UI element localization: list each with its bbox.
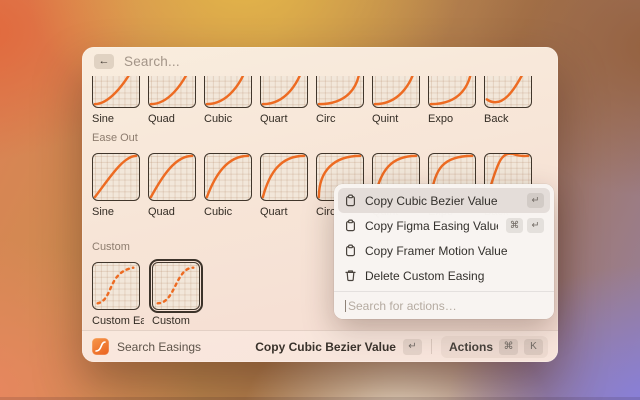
shortcut-badges: ↵ <box>527 193 544 208</box>
easing-tile-custom-in-out[interactable] <box>152 262 200 310</box>
easing-tile-out-cubic[interactable] <box>204 153 252 201</box>
menu-item-label: Copy Framer Motion Value <box>365 244 544 258</box>
easing-label: Custom <box>152 315 204 327</box>
trash-icon <box>344 269 357 282</box>
easing-curve-icon <box>149 154 194 199</box>
easing-label: Custom Eas… <box>92 315 144 327</box>
shortcut-key-badge: ↵ <box>527 218 544 233</box>
easing-cell[interactable]: Sine <box>92 153 140 218</box>
easing-curve-icon <box>93 76 138 106</box>
menu-item[interactable]: Copy Framer Motion Value <box>338 238 550 263</box>
easing-tile-out-quad[interactable] <box>148 153 196 201</box>
command-key-badge: ⌘ <box>499 339 518 355</box>
primary-action-button[interactable]: Copy Cubic Bezier Value <box>255 340 396 354</box>
easing-curve-icon <box>485 76 530 106</box>
status-bar-right: Copy Cubic Bezier Value ↵ Actions ⌘ K <box>255 336 548 358</box>
menu-item-label: Copy Figma Easing Value <box>365 219 498 233</box>
tile-row-ease-in: Sine Quad Cubic Quart Circ Quint Expo Back <box>92 76 548 125</box>
easing-cell[interactable]: CustomEase In Out <box>152 262 204 330</box>
easing-tile-in-cubic[interactable] <box>204 76 252 108</box>
easing-tile-in-expo[interactable] <box>428 76 476 108</box>
clipboard-icon <box>344 219 357 232</box>
easing-label: Sine <box>92 206 140 218</box>
easing-curve-icon <box>205 76 250 106</box>
shortcut-key-badge: ↵ <box>527 193 544 208</box>
menu-item[interactable]: Delete Custom Easing <box>338 263 550 288</box>
easing-cell[interactable]: Back <box>484 76 532 125</box>
k-key-badge: K <box>524 339 543 355</box>
arrow-left-icon: ← <box>99 56 110 67</box>
actions-menu: Copy Cubic Bezier Value ↵ Copy Figma Easin… <box>334 184 554 319</box>
easing-curve-icon <box>261 154 306 199</box>
easing-tile-in-circ[interactable] <box>316 76 364 108</box>
actions-search-input[interactable]: Search for actions… <box>338 292 550 319</box>
easing-tile-in-back[interactable] <box>484 76 532 108</box>
easing-tile-in-sine[interactable] <box>92 76 140 108</box>
easing-cell[interactable]: Cubic <box>204 153 252 218</box>
easing-label: Quad <box>148 206 196 218</box>
easing-tile-custom-out[interactable] <box>92 262 140 310</box>
shortcut-key-badge: ⌘ <box>506 218 523 233</box>
clipboard-icon <box>344 244 357 257</box>
easing-tile-in-quart[interactable] <box>260 76 308 108</box>
easing-cell[interactable]: Quart <box>260 153 308 218</box>
easing-curve-icon <box>317 76 362 106</box>
menu-item[interactable]: Copy Cubic Bezier Value ↵ <box>338 188 550 213</box>
easing-curve-icon <box>373 76 418 106</box>
easing-cell[interactable]: Circ <box>316 76 364 125</box>
easing-cell[interactable]: Expo <box>428 76 476 125</box>
back-button[interactable]: ← <box>94 54 114 69</box>
easing-curve-icon <box>205 154 250 199</box>
actions-search-placeholder: Search for actions… <box>348 299 457 313</box>
easing-cell[interactable]: Quart <box>260 76 308 125</box>
easing-cell[interactable]: Cubic <box>204 76 252 125</box>
section-title-ease-out: Ease Out <box>92 132 548 144</box>
easing-tile-out-quart[interactable] <box>260 153 308 201</box>
easing-label: Circ <box>316 113 364 125</box>
shortcut-badges: ⌘↵ <box>506 218 544 233</box>
easing-tile-in-quad[interactable] <box>148 76 196 108</box>
easing-cell[interactable]: Quad <box>148 153 196 218</box>
status-bar: Search Easings Copy Cubic Bezier Value ↵… <box>82 330 558 362</box>
search-header: ← Search... <box>82 47 558 76</box>
easing-curve-icon <box>261 76 306 106</box>
actions-label: Actions <box>449 340 493 354</box>
easing-tile-out-sine[interactable] <box>92 153 140 201</box>
easing-cell[interactable]: Custom Eas…Ease Out <box>92 262 144 330</box>
easing-label: Quad <box>148 113 196 125</box>
search-input[interactable]: Search... <box>124 54 180 69</box>
app-name: Search Easings <box>117 340 201 354</box>
easing-cell[interactable]: Quint <box>372 76 420 125</box>
actions-button[interactable]: Actions ⌘ K <box>441 336 548 358</box>
easing-tile-in-quint[interactable] <box>372 76 420 108</box>
easing-label: Cubic <box>204 113 252 125</box>
easing-curve-icon <box>93 154 138 199</box>
menu-item-label: Copy Cubic Bezier Value <box>365 194 519 208</box>
easing-app-icon <box>92 338 109 355</box>
status-divider <box>431 339 432 354</box>
easing-label: Quint <box>372 113 420 125</box>
easing-label: Expo <box>428 113 476 125</box>
easing-label: Sine <box>92 113 140 125</box>
easing-label: Quart <box>260 206 308 218</box>
easing-curve-icon <box>429 76 474 106</box>
text-cursor <box>345 300 346 312</box>
easing-curve-icon <box>149 76 194 106</box>
easing-curve-icon <box>153 263 198 308</box>
easing-label: Cubic <box>204 206 252 218</box>
easing-cell[interactable]: Sine <box>92 76 140 125</box>
return-key-badge: ↵ <box>403 339 422 355</box>
menu-item[interactable]: Copy Figma Easing Value⌘↵ <box>338 213 550 238</box>
easing-label: Back <box>484 113 532 125</box>
easing-cell[interactable]: Quad <box>148 76 196 125</box>
clipboard-icon <box>344 194 357 207</box>
raycast-window: ← Search... Sine Quad Cubic Quart Circ Quint E… <box>82 47 558 362</box>
easing-curve-icon <box>93 263 138 308</box>
easing-label: Quart <box>260 113 308 125</box>
menu-item-label: Delete Custom Easing <box>365 269 544 283</box>
